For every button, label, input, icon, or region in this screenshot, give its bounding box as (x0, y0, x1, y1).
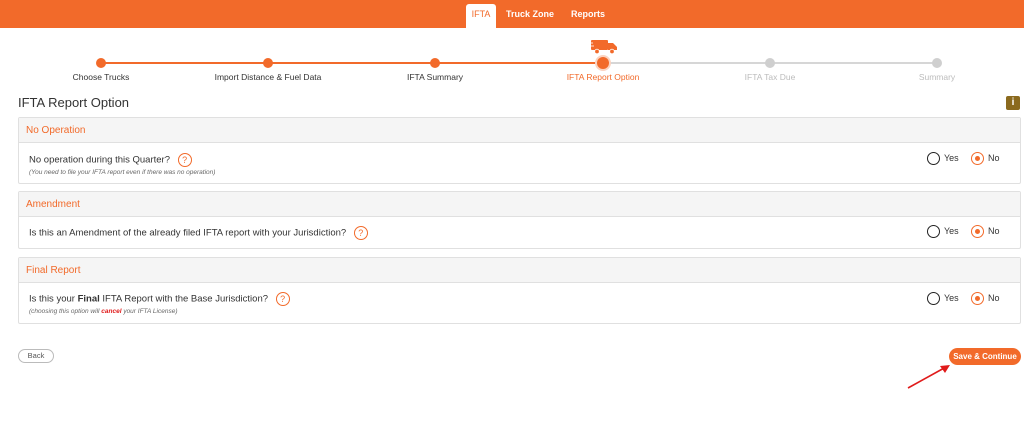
step-dot-report-option (597, 57, 609, 69)
question-text: No operation during this Quarter? (29, 154, 170, 166)
radio-yes-label[interactable]: Yes (944, 226, 959, 236)
tab-reports[interactable]: Reports (566, 0, 610, 28)
note-cancel-text: cancel (101, 308, 122, 315)
note-text-pre: (choosing this option will (29, 308, 102, 315)
radio-no[interactable] (971, 292, 984, 305)
radio-yes[interactable] (927, 292, 940, 305)
question-final-report: Is this your Final IFTA Report with the … (29, 292, 290, 306)
radio-no-label[interactable]: No (988, 226, 1000, 236)
annotation-arrow-icon (907, 365, 950, 389)
section-no-operation: No Operation No operation during this Qu… (18, 117, 1021, 184)
top-nav-bar: IFTA Truck Zone Reports (0, 0, 1024, 28)
radio-yes[interactable] (927, 225, 940, 238)
step-label-tax-due: IFTA Tax Due (744, 72, 796, 82)
note-text-post: your IFTA License) (121, 308, 178, 315)
help-icon[interactable]: ? (353, 226, 368, 240)
step-dot-summary (932, 58, 942, 68)
section-title: Final Report (19, 258, 1020, 283)
question-text-post: IFTA Report with the Base Jurisdiction? (99, 293, 269, 305)
page-title: IFTA Report Option (18, 95, 130, 110)
step-label-summary: Summary (918, 72, 956, 82)
step-label-ifta-summary[interactable]: IFTA Summary (407, 72, 463, 82)
step-dot-choose-trucks[interactable] (96, 58, 106, 68)
tab-ifta-label: IFTA (471, 9, 491, 19)
step-dot-ifta-summary[interactable] (430, 58, 440, 68)
question-note: (choosing this option will cancel your I… (29, 308, 178, 315)
question-text-bold: Final (77, 293, 100, 305)
step-dot-tax-due (765, 58, 775, 68)
step-label-import-data[interactable]: Import Distance & Fuel Data (215, 72, 322, 82)
radio-no-label[interactable]: No (988, 293, 1000, 303)
info-icon[interactable]: i (1006, 96, 1020, 110)
section-title: No Operation (19, 118, 1020, 143)
section-final-report: Final Report Is this your Final IFTA Rep… (18, 257, 1021, 324)
help-icon[interactable]: ? (177, 153, 192, 167)
back-button[interactable]: Back (18, 349, 54, 363)
radio-no-label[interactable]: No (988, 153, 1000, 163)
progress-stepper: Choose Trucks Import Distance & Fuel Dat… (0, 30, 1024, 90)
section-title: Amendment (19, 192, 1020, 217)
tab-ifta[interactable]: IFTA (466, 0, 496, 28)
step-dot-import-data[interactable] (263, 58, 273, 68)
question-text-pre: Is this your (29, 293, 78, 305)
step-label-choose-trucks[interactable]: Choose Trucks (73, 72, 130, 82)
radio-yes-label[interactable]: Yes (944, 153, 959, 163)
radio-no[interactable] (971, 225, 984, 238)
stepper-track-complete (101, 62, 603, 64)
tab-truck-zone[interactable]: Truck Zone (503, 0, 557, 28)
radio-yes-label[interactable]: Yes (944, 293, 959, 303)
step-label-report-option: IFTA Report Option (566, 72, 640, 82)
question-text: Is this an Amendment of the already file… (29, 227, 347, 239)
radio-no[interactable] (971, 152, 984, 165)
radio-yes[interactable] (927, 152, 940, 165)
question-amendment: Is this an Amendment of the already file… (29, 226, 368, 240)
question-no-operation: No operation during this Quarter? ? (29, 153, 192, 167)
help-icon[interactable]: ? (275, 292, 290, 306)
truck-icon (589, 40, 617, 55)
section-amendment: Amendment Is this an Amendment of the al… (18, 191, 1021, 249)
question-note: (You need to file your IFTA report even … (29, 169, 216, 176)
save-and-continue-button[interactable]: Save & Continue (949, 348, 1021, 365)
